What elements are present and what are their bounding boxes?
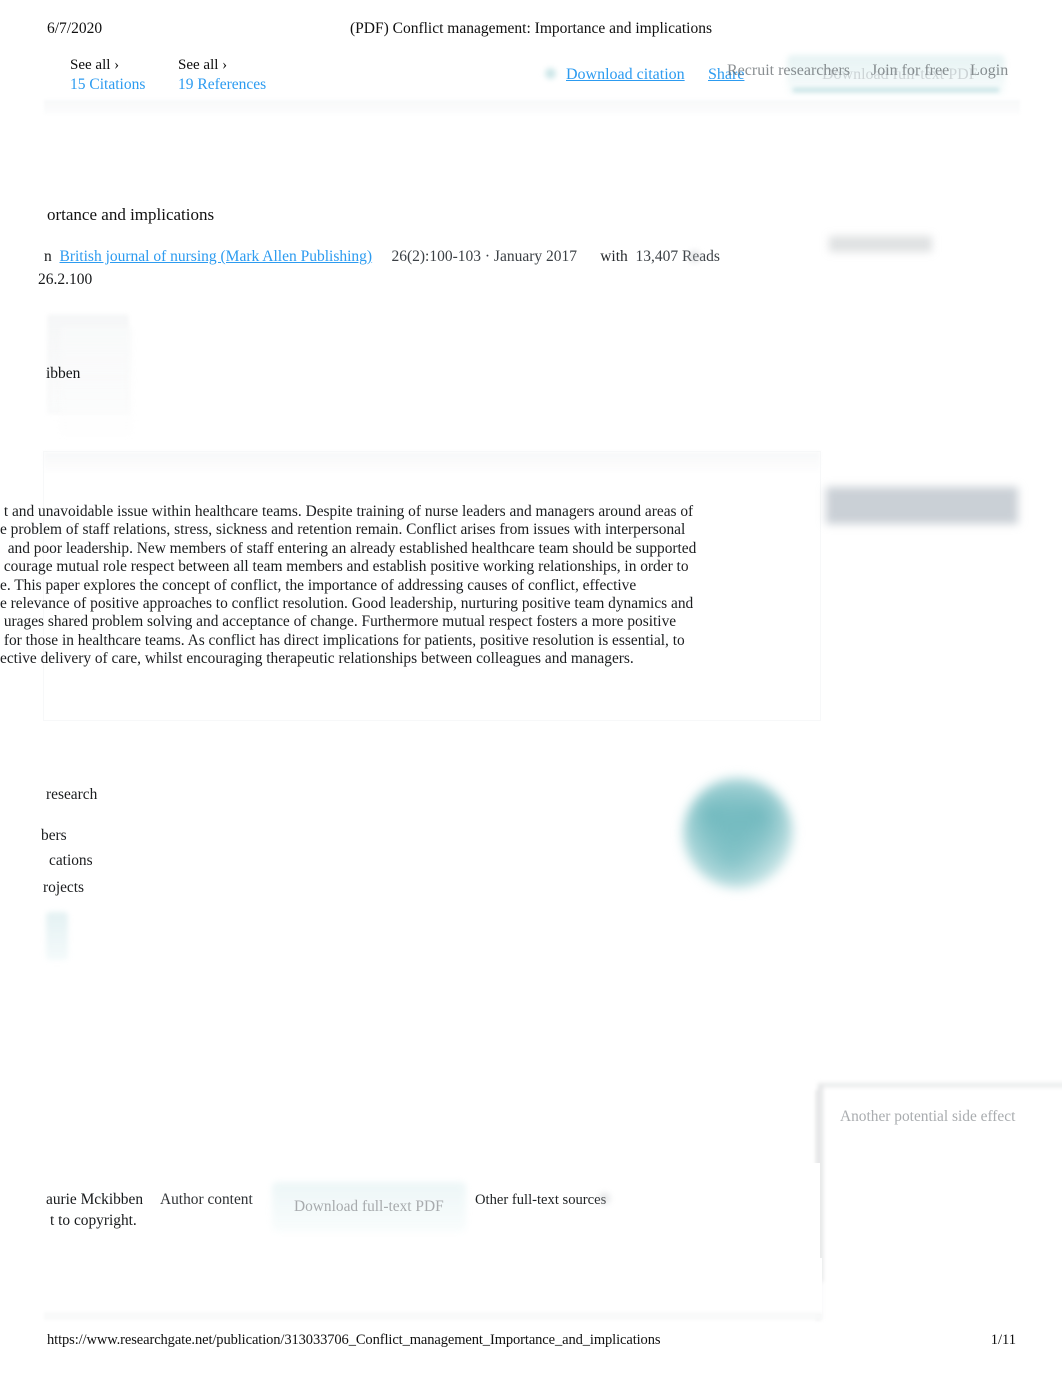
- references-see-all-link[interactable]: See all ›: [178, 56, 266, 75]
- abstract-line: courage mutual role respect between all …: [0, 558, 689, 576]
- header-divider: [44, 100, 1020, 114]
- abstract-line: e. This paper explores the concept of co…: [0, 576, 637, 594]
- publication-meta: n British journal of nursing (Mark Allen…: [44, 248, 744, 266]
- discover-item-projects: rojects: [43, 879, 85, 896]
- page-card-bottom-band: [44, 1312, 822, 1320]
- bottom-author-name: aurie Mckibben: [46, 1191, 144, 1208]
- volume-pages-date: 26(2):100-103 · January 2017: [391, 248, 577, 265]
- reads-count: 13,407 Reads: [635, 248, 720, 265]
- citations-count-number: 15: [70, 76, 86, 93]
- references-group[interactable]: See all › 19 References: [178, 56, 266, 95]
- article-type-clipped: n: [44, 248, 52, 265]
- discover-item-publications: cations: [49, 852, 93, 869]
- references-count[interactable]: 19 References: [178, 75, 266, 95]
- abstract-line: and poor leadership. New members of staf…: [0, 539, 697, 557]
- page-card-bottom: [44, 1258, 822, 1314]
- author-name[interactable]: ibben: [46, 365, 80, 383]
- side-effect-card-text: Another potential side effect: [840, 1108, 1016, 1125]
- abstract-line: ective delivery of care, whilst encourag…: [0, 650, 634, 668]
- abstract-card-top-edge: [44, 452, 820, 472]
- page-title: (PDF) Conflict management: Importance an…: [349, 20, 712, 37]
- chevron-down-icon[interactable]: [596, 1190, 613, 1207]
- author-content-label: Author content: [160, 1191, 253, 1208]
- journal-link[interactable]: British journal of nursing (Mark Allen P…: [60, 248, 373, 265]
- sidebar-ghost-block-lower: [826, 487, 1018, 524]
- abstract-line: t and unavoidable issue within healthcar…: [0, 503, 694, 520]
- abstract-line: urages shared problem solving and accept…: [0, 613, 677, 631]
- download-citation-link[interactable]: Download citation: [566, 66, 685, 84]
- download-citation-icon: [543, 66, 558, 81]
- print-header: 6/7/2020 (PDF) Conflict management: Impo…: [0, 20, 1062, 46]
- citations-group[interactable]: See all › 15 Citations: [70, 56, 145, 95]
- download-full-text-pdf-button[interactable]: Download full-text PDF: [822, 66, 978, 84]
- doi-line: 26.2.100: [38, 271, 93, 288]
- citations-see-all-link[interactable]: See all ›: [70, 56, 145, 75]
- references-count-number: 19: [178, 76, 194, 93]
- publication-title: ortance and implications: [47, 205, 215, 224]
- citations-count-label: Citations: [89, 76, 146, 93]
- abstract-line: e problem of staff relations, stress, si…: [0, 521, 686, 539]
- other-full-text-sources-link[interactable]: Other full-text sources: [475, 1192, 606, 1209]
- citations-count[interactable]: 15 Citations: [70, 75, 145, 95]
- print-footer: https://www.researchgate.net/publication…: [0, 1332, 1062, 1356]
- sidebar-ghost-block-upper: [829, 236, 932, 252]
- discover-item-members: bers: [41, 827, 67, 844]
- header-cta-underline-ghost: [793, 88, 999, 92]
- bottom-download-pdf-label: Download full-text PDF: [294, 1198, 444, 1215]
- join-for-free-button-ghost[interactable]: [46, 912, 68, 960]
- footer-url: https://www.researchgate.net/publication…: [47, 1332, 661, 1348]
- abstract-line: for those in healthcare teams. As confli…: [0, 631, 685, 649]
- discover-title: research: [46, 786, 98, 803]
- footer-page-number: 1/11: [990, 1332, 1016, 1348]
- references-count-label: References: [197, 76, 267, 93]
- info-icon[interactable]: [686, 248, 703, 265]
- abstract-line: e relevance of positive approaches to co…: [0, 595, 694, 613]
- bottom-copyright-note: t to copyright.: [50, 1212, 137, 1229]
- abstract-text: t and unavoidable issue within healthcar…: [0, 503, 700, 669]
- globe-icon: [683, 778, 793, 888]
- with-label: with: [600, 248, 628, 265]
